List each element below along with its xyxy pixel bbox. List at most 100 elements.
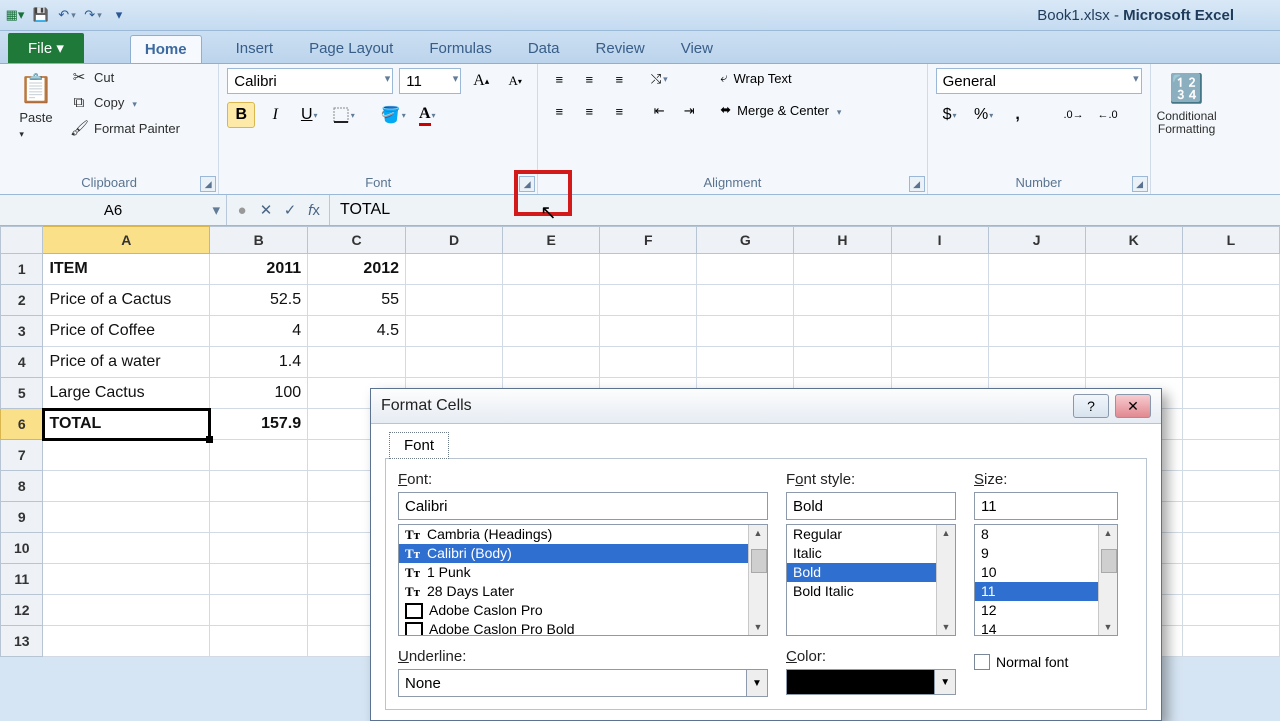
fx-icon[interactable]: fx xyxy=(305,202,323,219)
cell-L9[interactable] xyxy=(1182,502,1279,533)
row-header-6[interactable]: 6 xyxy=(1,409,43,440)
size-list[interactable]: 8910111214▲▼ xyxy=(974,524,1118,636)
cell-A10[interactable] xyxy=(43,533,210,564)
tab-review[interactable]: Review xyxy=(594,34,647,63)
list-item[interactable]: 10 xyxy=(975,563,1117,582)
underline-combo[interactable]: ▼ xyxy=(398,669,768,697)
select-all-corner[interactable] xyxy=(1,227,43,254)
copy-button[interactable]: ⧉Copy xyxy=(70,94,180,111)
list-item[interactable]: Adobe Caslon Pro xyxy=(399,601,767,620)
col-header-E[interactable]: E xyxy=(503,227,600,254)
list-item[interactable]: Adobe Caslon Pro Bold xyxy=(399,620,767,636)
row-header-2[interactable]: 2 xyxy=(1,285,43,316)
cell-L11[interactable] xyxy=(1182,564,1279,595)
list-item[interactable]: Bold xyxy=(787,563,955,582)
wrap-text-button[interactable]: ⤶Wrap Text xyxy=(716,68,845,88)
cell-B8[interactable] xyxy=(210,471,308,502)
formula-input[interactable]: TOTAL xyxy=(330,201,1280,219)
qat-customize-icon[interactable]: ▾ xyxy=(110,6,128,24)
cell-A3[interactable]: Price of Coffee xyxy=(43,316,210,347)
list-item[interactable]: TᴛCalibri (Body) xyxy=(399,544,767,563)
list-item[interactable]: Italic xyxy=(787,544,955,563)
tab-home[interactable]: Home xyxy=(130,35,202,63)
percent-button[interactable]: % xyxy=(970,102,998,128)
col-header-G[interactable]: G xyxy=(697,227,794,254)
list-item[interactable]: 11 xyxy=(975,582,1117,601)
redo-icon[interactable]: ↷ xyxy=(84,6,102,24)
bold-button[interactable]: B xyxy=(227,102,255,128)
grow-font-button[interactable]: A▴ xyxy=(467,68,495,94)
row-header-9[interactable]: 9 xyxy=(1,502,43,533)
increase-indent-button[interactable]: ⇥ xyxy=(676,100,702,122)
cell-H3[interactable] xyxy=(794,316,891,347)
row-header-1[interactable]: 1 xyxy=(1,254,43,285)
cell-G1[interactable] xyxy=(697,254,794,285)
cell-L8[interactable] xyxy=(1182,471,1279,502)
cell-A8[interactable] xyxy=(43,471,210,502)
cell-A11[interactable] xyxy=(43,564,210,595)
list-item[interactable]: 12 xyxy=(975,601,1117,620)
shrink-font-button[interactable]: A▾ xyxy=(501,68,529,94)
font-launcher[interactable]: ◢ xyxy=(519,176,535,192)
row-header-10[interactable]: 10 xyxy=(1,533,43,564)
list-item[interactable]: TᴛCambria (Headings) xyxy=(399,525,767,544)
cell-C3[interactable]: 4.5 xyxy=(308,316,406,347)
cell-B6[interactable]: 157.9 xyxy=(210,409,308,440)
row-header-8[interactable]: 8 xyxy=(1,471,43,502)
cell-K3[interactable] xyxy=(1085,316,1182,347)
style-list[interactable]: RegularItalicBoldBold Italic▲▼ xyxy=(786,524,956,636)
cell-E1[interactable] xyxy=(503,254,600,285)
check-icon[interactable]: ✓ xyxy=(281,201,299,219)
cell-B9[interactable] xyxy=(210,502,308,533)
cell-L7[interactable] xyxy=(1182,440,1279,471)
cell-D3[interactable] xyxy=(406,316,503,347)
list-item[interactable]: 9 xyxy=(975,544,1117,563)
cell-B13[interactable] xyxy=(210,626,308,657)
row-header-3[interactable]: 3 xyxy=(1,316,43,347)
cell-L2[interactable] xyxy=(1182,285,1279,316)
align-top-button[interactable]: ≡ xyxy=(546,68,572,90)
col-header-D[interactable]: D xyxy=(406,227,503,254)
cell-I4[interactable] xyxy=(891,347,988,378)
undo-icon[interactable]: ↶ xyxy=(58,6,76,24)
merge-center-button[interactable]: ⬌Merge & Center xyxy=(716,100,845,120)
align-left-button[interactable]: ≡ xyxy=(546,100,572,122)
col-header-H[interactable]: H xyxy=(794,227,891,254)
cell-D2[interactable] xyxy=(406,285,503,316)
col-header-F[interactable]: F xyxy=(600,227,697,254)
cancel-edit-icon[interactable]: ● xyxy=(233,202,251,219)
cell-F3[interactable] xyxy=(600,316,697,347)
scrollbar[interactable]: ▲▼ xyxy=(748,525,767,635)
row-header-13[interactable]: 13 xyxy=(1,626,43,657)
cell-A12[interactable] xyxy=(43,595,210,626)
cell-K4[interactable] xyxy=(1085,347,1182,378)
cell-A4[interactable]: Price of a water xyxy=(43,347,210,378)
conditional-formatting-button[interactable]: 🔢 Conditional Formatting xyxy=(1159,68,1215,136)
list-item[interactable]: 8 xyxy=(975,525,1117,544)
cut-button[interactable]: ✂Cut xyxy=(70,68,180,86)
name-box[interactable]: A6 xyxy=(0,195,227,225)
scrollbar[interactable]: ▲▼ xyxy=(936,525,955,635)
row-header-7[interactable]: 7 xyxy=(1,440,43,471)
align-right-button[interactable]: ≡ xyxy=(606,100,632,122)
font-name-combo[interactable]: Calibri xyxy=(227,68,393,94)
row-header-12[interactable]: 12 xyxy=(1,595,43,626)
cell-B5[interactable]: 100 xyxy=(210,378,308,409)
format-painter-button[interactable]: 🖌Format Painter xyxy=(70,119,180,137)
cell-B12[interactable] xyxy=(210,595,308,626)
cell-H1[interactable] xyxy=(794,254,891,285)
decrease-decimal-button[interactable]: ←.0 xyxy=(1094,102,1122,128)
cell-J2[interactable] xyxy=(988,285,1085,316)
cell-B7[interactable] xyxy=(210,440,308,471)
cell-A5[interactable]: Large Cactus xyxy=(43,378,210,409)
col-header-I[interactable]: I xyxy=(891,227,988,254)
list-item[interactable]: Regular xyxy=(787,525,955,544)
cell-L3[interactable] xyxy=(1182,316,1279,347)
x-icon[interactable]: ✕ xyxy=(257,201,275,219)
cell-E2[interactable] xyxy=(503,285,600,316)
normal-font-checkbox[interactable]: Normal font xyxy=(974,654,1118,670)
paste-button[interactable]: 📋 Paste▾ xyxy=(8,68,64,140)
cell-I1[interactable] xyxy=(891,254,988,285)
tab-data[interactable]: Data xyxy=(526,34,562,63)
cell-K2[interactable] xyxy=(1085,285,1182,316)
